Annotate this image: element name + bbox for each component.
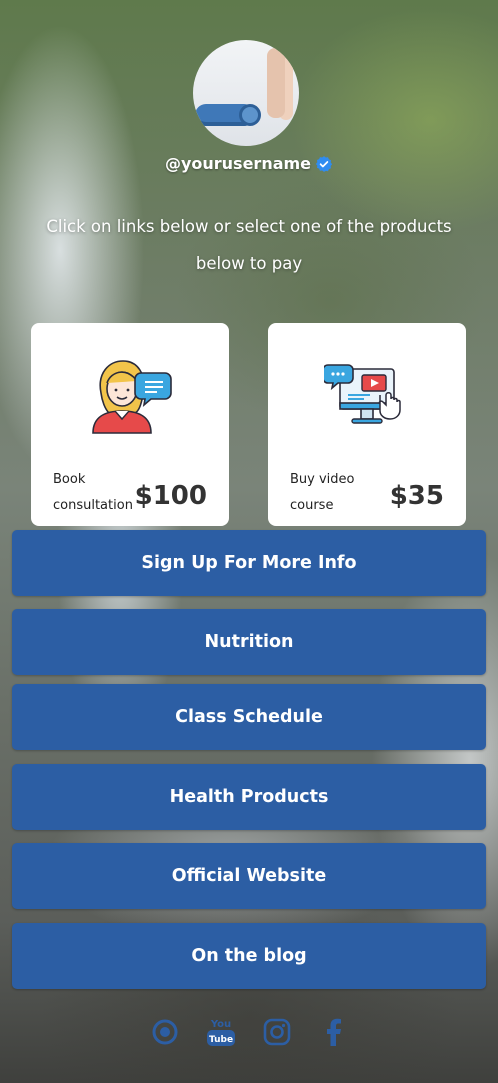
- link-button-official-website[interactable]: Official Website: [12, 843, 486, 909]
- username: @yourusername: [164, 154, 312, 173]
- instagram-icon[interactable]: [262, 1017, 292, 1047]
- product-price: $100: [134, 481, 207, 511]
- link-button-blog[interactable]: On the blog: [12, 923, 486, 989]
- svg-text:Tube: Tube: [209, 1035, 233, 1045]
- social-links: You Tube: [0, 1012, 498, 1052]
- avatar: [193, 40, 299, 146]
- dot-circle-icon[interactable]: [150, 1017, 180, 1047]
- facebook-icon[interactable]: [318, 1017, 348, 1047]
- link-button-sign-up[interactable]: Sign Up For More Info: [12, 530, 486, 596]
- youtube-icon[interactable]: You Tube: [206, 1017, 236, 1047]
- username-row: @yourusername: [0, 154, 498, 173]
- product-label: Book consultation: [53, 472, 133, 513]
- link-button-health-products[interactable]: Health Products: [12, 764, 486, 830]
- consultation-person-chat-icon: [92, 360, 172, 434]
- product-card-video-course[interactable]: Buy video course $35: [268, 323, 466, 526]
- intro-text: Click on links below or select one of th…: [46, 217, 452, 273]
- product-card-consultation[interactable]: Book consultation $100: [31, 323, 229, 526]
- product-price: $35: [389, 481, 444, 511]
- link-button-class-schedule[interactable]: Class Schedule: [12, 684, 486, 750]
- product-label: Buy video course: [290, 472, 355, 513]
- profile-page: @yourusername Click on links below or se…: [0, 0, 498, 1083]
- verified-badge-icon: [315, 155, 333, 172]
- video-course-monitor-icon: [324, 364, 401, 424]
- svg-text:You: You: [210, 1019, 231, 1030]
- link-button-nutrition[interactable]: Nutrition: [12, 609, 486, 675]
